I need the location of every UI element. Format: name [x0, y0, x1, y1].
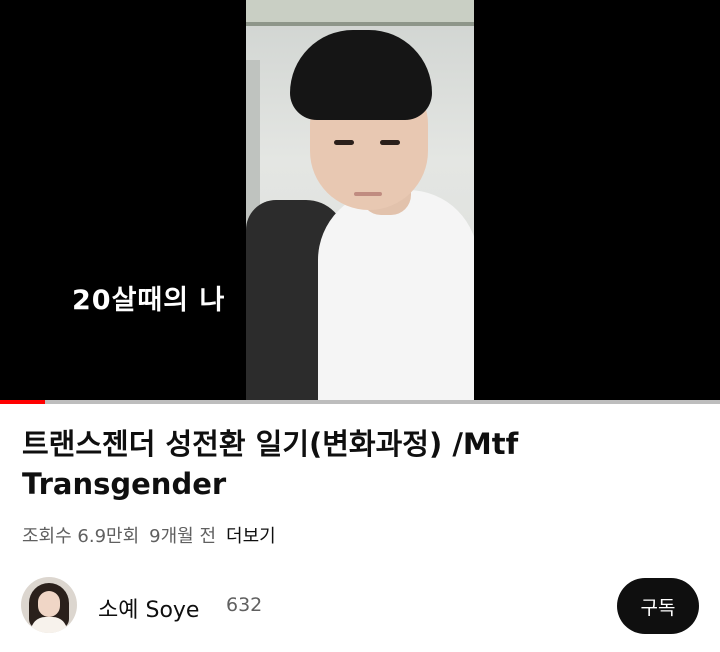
avatar-body [31, 617, 67, 633]
progress-fill [0, 400, 46, 404]
channel-avatar[interactable] [21, 577, 77, 633]
video-meta: 조회수 6.9만회 9개월 전 더보기 [22, 522, 276, 548]
wall-edge [246, 22, 474, 26]
right-eye [380, 140, 400, 145]
progress-bar[interactable] [0, 400, 720, 404]
video-player[interactable]: 20살때의 나 [0, 0, 720, 400]
upload-age: 9개월 전 [149, 526, 217, 547]
subscribe-button[interactable]: 구독 [617, 578, 699, 634]
channel-name[interactable]: 소예 Soye [98, 592, 199, 624]
video-caption-overlay: 20살때의 나 [72, 285, 226, 316]
avatar-face [38, 591, 60, 617]
subscriber-count: 632 [226, 594, 263, 616]
hair [290, 30, 432, 120]
channel-row: 소예 Soye 632 구독 [0, 570, 720, 640]
video-frame [246, 0, 474, 400]
video-title: 트랜스젠더 성전환 일기(변화과정) /Mtf Transgender [22, 427, 519, 501]
more-button[interactable]: 더보기 [226, 522, 276, 548]
view-count: 조회수 6.9만회 [22, 526, 140, 547]
white-shirt [318, 190, 474, 400]
mouth [354, 192, 382, 196]
left-eye [334, 140, 354, 145]
